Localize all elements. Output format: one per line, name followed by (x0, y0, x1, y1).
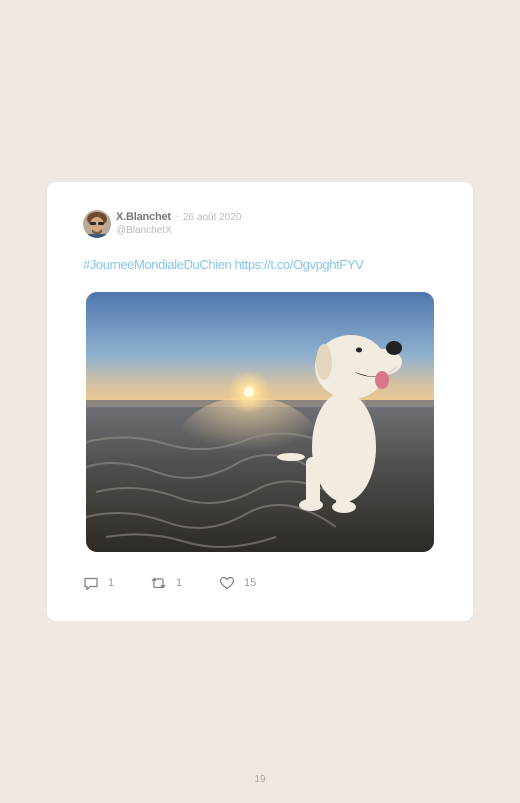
tweet-date[interactable]: 26 août 2020 (183, 212, 241, 223)
reply-count: 1 (108, 577, 115, 589)
reply-icon (84, 577, 98, 591)
reply-button[interactable]: 1 (83, 574, 114, 592)
tweet-photo[interactable] (86, 292, 434, 552)
retweet-count: 1 (176, 577, 183, 589)
heart-icon (219, 576, 235, 590)
retweet-button[interactable]: 1 (150, 574, 182, 592)
retweet-icon (151, 577, 166, 589)
tweet-text: #JourneeMondialeDuChien https://t.co/Ogv… (83, 257, 364, 272)
author-avatar[interactable] (83, 210, 111, 238)
like-button[interactable]: 15 (219, 574, 256, 592)
meta-separator: · (176, 211, 180, 222)
url-link[interactable]: https://t.co/OgvpghtFYV (235, 257, 364, 272)
page-number: 19 (254, 774, 266, 785)
tweet-actions: 1 1 15 (83, 574, 383, 592)
like-count: 15 (244, 577, 257, 589)
author-handle[interactable]: @BlanchetX (116, 225, 172, 236)
author-name[interactable]: X.Blanchet (116, 211, 171, 223)
tweet-card: X.Blanchet · 26 août 2020 @BlanchetX #Jo… (47, 182, 473, 621)
hashtag-link[interactable]: #JourneeMondialeDuChien (83, 257, 232, 272)
